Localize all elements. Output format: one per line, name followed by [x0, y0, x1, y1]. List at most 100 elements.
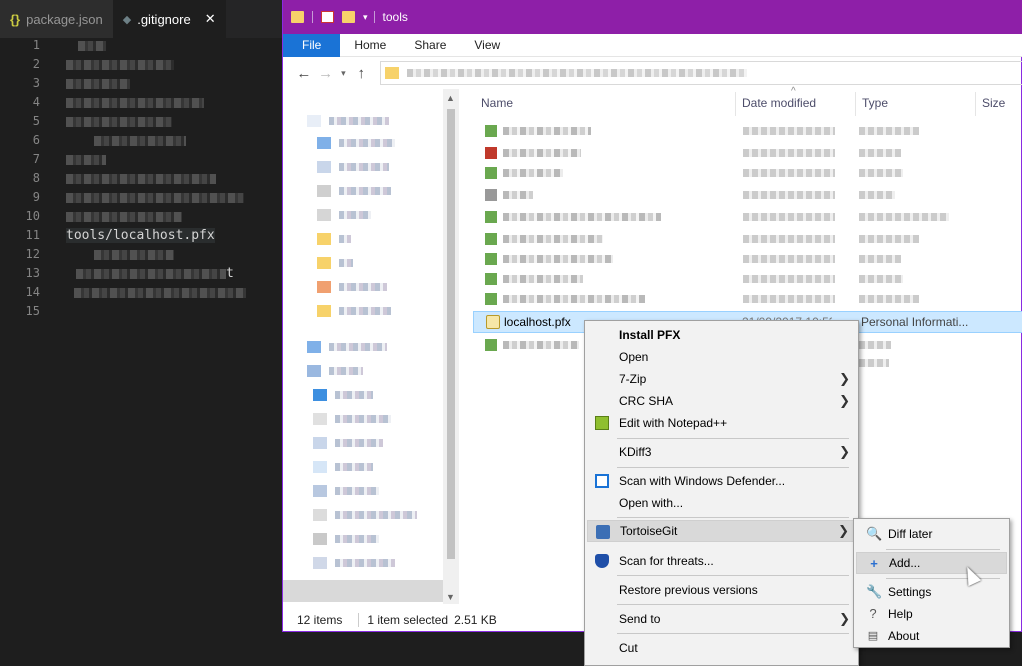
menu-item-about[interactable]: ▤ About	[856, 625, 1007, 647]
menu-separator	[617, 604, 849, 605]
menu-item-edit-notepad-plus-plus[interactable]: Edit with Notepad++	[587, 412, 856, 434]
file-row[interactable]	[473, 289, 1022, 309]
close-tab-icon[interactable]: ✕	[205, 11, 216, 27]
menu-item-install-pfx[interactable]: Install PFX	[587, 324, 856, 346]
file-row[interactable]	[473, 163, 1022, 183]
column-divider[interactable]	[735, 92, 736, 116]
column-divider[interactable]	[975, 92, 976, 116]
column-header-name[interactable]: Name	[481, 89, 513, 117]
menu-item-open[interactable]: Open	[587, 346, 856, 368]
menu-item-scan-threats[interactable]: Scan for threats...	[587, 550, 856, 572]
nav-item[interactable]	[307, 113, 389, 127]
nav-item[interactable]	[317, 279, 387, 293]
nav-item[interactable]	[317, 231, 351, 245]
tab-view[interactable]: View	[460, 34, 514, 57]
menu-item-cut[interactable]: Cut	[587, 637, 856, 659]
menu-item-restore-versions[interactable]: Restore previous versions	[587, 579, 856, 601]
file-row[interactable]	[473, 269, 1022, 289]
submenu-arrow-icon: ❯	[839, 393, 850, 408]
nav-item[interactable]	[313, 483, 379, 497]
tab-share[interactable]: Share	[400, 34, 460, 57]
navigation-pane-scrollbar[interactable]: ▲ ▼	[443, 89, 459, 604]
up-arrow-icon[interactable]: ↑	[350, 65, 372, 82]
menu-item-scan-defender[interactable]: Scan with Windows Defender...	[587, 470, 856, 492]
file-row[interactable]	[473, 143, 1022, 163]
code-line	[66, 207, 276, 226]
nav-item[interactable]	[317, 183, 391, 197]
menu-item-settings[interactable]: 🔧 Settings	[856, 581, 1007, 603]
scrollbar-thumb[interactable]	[447, 109, 455, 559]
magnifier-icon: 🔍	[866, 526, 883, 541]
nav-item[interactable]	[313, 387, 373, 401]
recent-locations-icon[interactable]: ▾	[337, 68, 351, 79]
menu-item-label: KDiff3	[619, 445, 652, 459]
line-number: 10	[25, 209, 40, 223]
menu-item-label: Open	[619, 350, 649, 364]
tab-gitignore[interactable]: ◆ .gitignore ✕	[112, 0, 226, 38]
code-line	[66, 245, 276, 264]
nav-item[interactable]	[313, 411, 391, 425]
menu-item-label: 7-Zip	[619, 372, 647, 386]
nav-item[interactable]	[313, 435, 383, 449]
menu-item-tortoisegit[interactable]: TortoiseGit ❯	[587, 520, 856, 542]
tortoisegit-icon	[596, 525, 610, 539]
properties-icon[interactable]	[321, 11, 334, 23]
customize-toolbar-icon[interactable]: ▾	[363, 12, 368, 23]
nav-item[interactable]	[317, 159, 389, 173]
nav-item[interactable]	[317, 207, 371, 221]
nav-item-selected[interactable]	[283, 580, 443, 602]
file-row[interactable]	[473, 249, 1022, 269]
file-row[interactable]	[473, 229, 1022, 249]
nav-item[interactable]	[317, 135, 395, 149]
menu-separator	[617, 633, 849, 634]
file-row[interactable]	[473, 207, 1022, 227]
nav-item[interactable]	[307, 363, 363, 377]
menu-item-7zip[interactable]: 7-Zip ❯	[587, 368, 856, 390]
column-header-size[interactable]: Size	[982, 89, 1005, 117]
menu-separator	[617, 575, 849, 576]
menu-item-label: Scan for threats...	[619, 554, 714, 568]
scroll-up-icon[interactable]: ▲	[446, 93, 455, 103]
nav-item[interactable]	[317, 303, 391, 317]
menu-item-label: Install PFX	[619, 328, 681, 342]
windows-defender-icon	[595, 474, 609, 488]
new-folder-icon[interactable]	[342, 11, 355, 23]
menu-item-crc-sha[interactable]: CRC SHA ❯	[587, 390, 856, 412]
forward-arrow-icon[interactable]: →	[315, 65, 337, 82]
menu-item-diff-later[interactable]: 🔍 Diff later	[856, 523, 1007, 545]
menu-item-send-to[interactable]: Send to ❯	[587, 608, 856, 630]
column-header-date[interactable]: Date modified	[742, 89, 816, 117]
menu-item-help[interactable]: ? Help	[856, 603, 1007, 625]
line-number: 4	[32, 95, 40, 109]
nav-item[interactable]	[313, 507, 417, 521]
tab-package-json[interactable]: {} package.json	[0, 0, 113, 38]
menu-item-label: Edit with Notepad++	[619, 416, 728, 430]
status-divider	[358, 613, 360, 627]
line-number: 11	[25, 228, 40, 242]
column-header-type[interactable]: Type	[862, 89, 888, 117]
code-line	[66, 36, 276, 55]
address-bar[interactable]	[380, 61, 1022, 85]
title-bar[interactable]: ▾ tools	[283, 0, 1022, 34]
column-divider[interactable]	[855, 92, 856, 116]
tab-file[interactable]: File	[283, 34, 341, 57]
nav-item[interactable]	[313, 531, 379, 545]
code-area[interactable]: tools/localhost.pfx t	[66, 36, 276, 321]
file-row[interactable]	[473, 185, 1022, 205]
nav-item[interactable]	[313, 555, 395, 569]
navigation-pane[interactable]	[283, 89, 443, 604]
file-row[interactable]	[473, 121, 1022, 141]
nav-item[interactable]	[307, 339, 387, 353]
menu-item-add[interactable]: + Add...	[856, 552, 1007, 574]
context-menu: Install PFX Open 7-Zip ❯ CRC SHA ❯ Edit wi…	[584, 320, 859, 666]
nav-item[interactable]	[313, 459, 373, 473]
menu-item-kdiff3[interactable]: KDiff3 ❯	[587, 441, 856, 463]
scroll-down-icon[interactable]: ▼	[446, 592, 455, 602]
line-number: 13	[25, 266, 40, 280]
tab-label: .gitignore	[137, 11, 191, 27]
back-arrow-icon[interactable]: ←	[293, 65, 315, 82]
tab-home[interactable]: Home	[340, 34, 400, 57]
submenu-arrow-icon: ❯	[839, 444, 850, 459]
menu-item-open-with[interactable]: Open with...	[587, 492, 856, 514]
nav-item[interactable]	[317, 255, 353, 269]
